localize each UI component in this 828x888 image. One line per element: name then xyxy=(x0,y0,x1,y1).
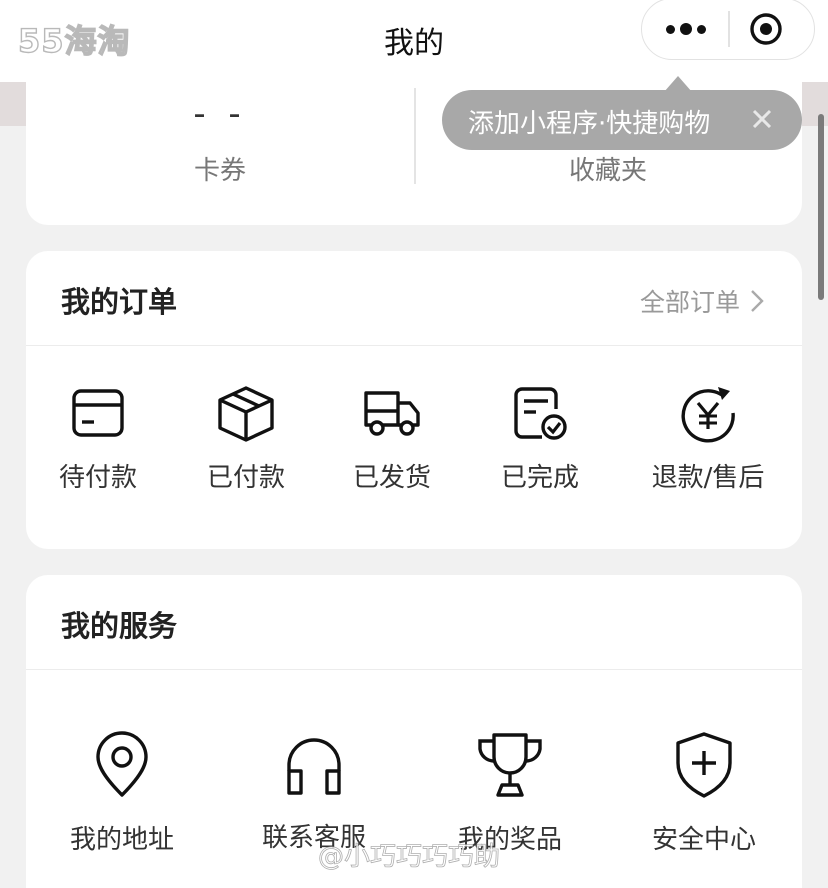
chevron-right-icon xyxy=(751,290,764,312)
service-security-center[interactable]: 安全中心 xyxy=(638,731,770,856)
document-check-icon xyxy=(514,387,567,440)
miniprogram-capsule xyxy=(641,0,815,60)
capsule-divider xyxy=(728,11,730,47)
services-header: 我的服务 xyxy=(26,575,802,670)
location-pin-icon xyxy=(96,731,148,797)
all-orders-label: 全部订单 xyxy=(639,288,740,317)
all-orders-link[interactable]: 全部订单 xyxy=(640,283,764,319)
nav-bar: 55海淘 我的 xyxy=(0,0,828,82)
order-item-label: 已发货 xyxy=(352,463,431,493)
order-refund[interactable]: 退款/售后 xyxy=(642,385,774,494)
target-circle-icon[interactable] xyxy=(748,11,784,47)
package-box-icon xyxy=(218,386,274,442)
shield-plus-icon xyxy=(676,732,732,798)
order-shipped[interactable]: 已发货 xyxy=(342,385,442,494)
order-item-label: 已完成 xyxy=(500,463,579,493)
headphones-icon xyxy=(287,738,341,795)
coupons-label: 卡券 xyxy=(193,156,246,186)
order-item-label: 待付款 xyxy=(58,463,137,493)
order-item-label: 退款/售后 xyxy=(651,463,765,493)
close-x-icon[interactable] xyxy=(750,107,774,131)
order-completed[interactable]: 已完成 xyxy=(490,385,590,494)
tooltip-text: 添加小程序·快捷购物 xyxy=(468,109,711,139)
favorites-label: 收藏夹 xyxy=(568,156,647,186)
services-title: 我的服务 xyxy=(61,609,178,643)
service-item-label: 我的地址 xyxy=(69,825,174,855)
trophy-icon xyxy=(478,733,542,797)
card-icon xyxy=(72,389,124,437)
background-strip xyxy=(802,82,828,126)
scrollbar[interactable] xyxy=(818,114,824,300)
coupons-value: - - xyxy=(193,94,247,134)
tooltip-arrow xyxy=(664,76,692,92)
orders-header: 我的订单 全部订单 xyxy=(26,251,802,346)
more-dots-icon[interactable] xyxy=(664,11,708,47)
service-address[interactable]: 我的地址 xyxy=(56,731,188,856)
order-pending-payment[interactable]: 待付款 xyxy=(48,385,148,494)
orders-title: 我的订单 xyxy=(61,285,178,319)
order-item-label: 已付款 xyxy=(206,463,285,493)
delivery-truck-icon xyxy=(364,391,420,436)
bottom-watermark: @小巧巧巧巧助 xyxy=(318,842,501,873)
service-item-label: 安全中心 xyxy=(651,825,756,855)
order-paid[interactable]: 已付款 xyxy=(196,385,296,494)
add-miniprogram-tooltip[interactable]: 添加小程序·快捷购物 xyxy=(442,76,802,150)
coupons-stat[interactable]: - - 卡券 xyxy=(26,72,414,225)
yen-refund-icon xyxy=(681,387,735,443)
orders-card: 我的订单 全部订单 待付款 已付款 已发货 已完成 退款/售后 xyxy=(26,251,802,549)
background-strip xyxy=(0,82,26,126)
